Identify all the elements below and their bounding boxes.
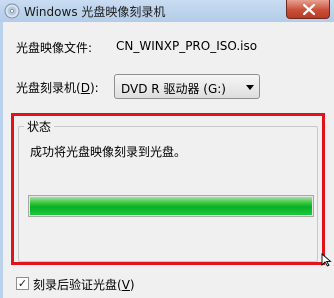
image-file-value: CN_WINXP_PRO_ISO.iso [116, 39, 258, 53]
burner-hotkey: D [80, 81, 90, 95]
burner-label: 光盘刻录机(D): [16, 81, 99, 95]
checkmark-icon: ✓ [17, 277, 28, 290]
close-icon [302, 3, 316, 16]
verify-hotkey: V [121, 278, 130, 292]
highlight-annotation [11, 113, 325, 265]
title-bar: Windows 光盘映像刻录机 [0, 0, 334, 22]
burner-dropdown[interactable]: DVD R 驱动器 (G:) [114, 74, 260, 99]
verify-checkbox[interactable]: ✓ [16, 277, 29, 290]
image-file-label: 光盘映像文件: [16, 41, 93, 55]
mouse-cursor-icon [321, 253, 332, 267]
close-button[interactable] [286, 0, 330, 19]
chevron-down-icon [246, 85, 254, 90]
window-title: Windows 光盘映像刻录机 [24, 5, 166, 19]
disc-burner-icon [4, 3, 20, 19]
verify-label[interactable]: 刻录后验证光盘(V) [33, 276, 135, 293]
burner-selected-value: DVD R 驱动器 (G:) [121, 82, 226, 96]
